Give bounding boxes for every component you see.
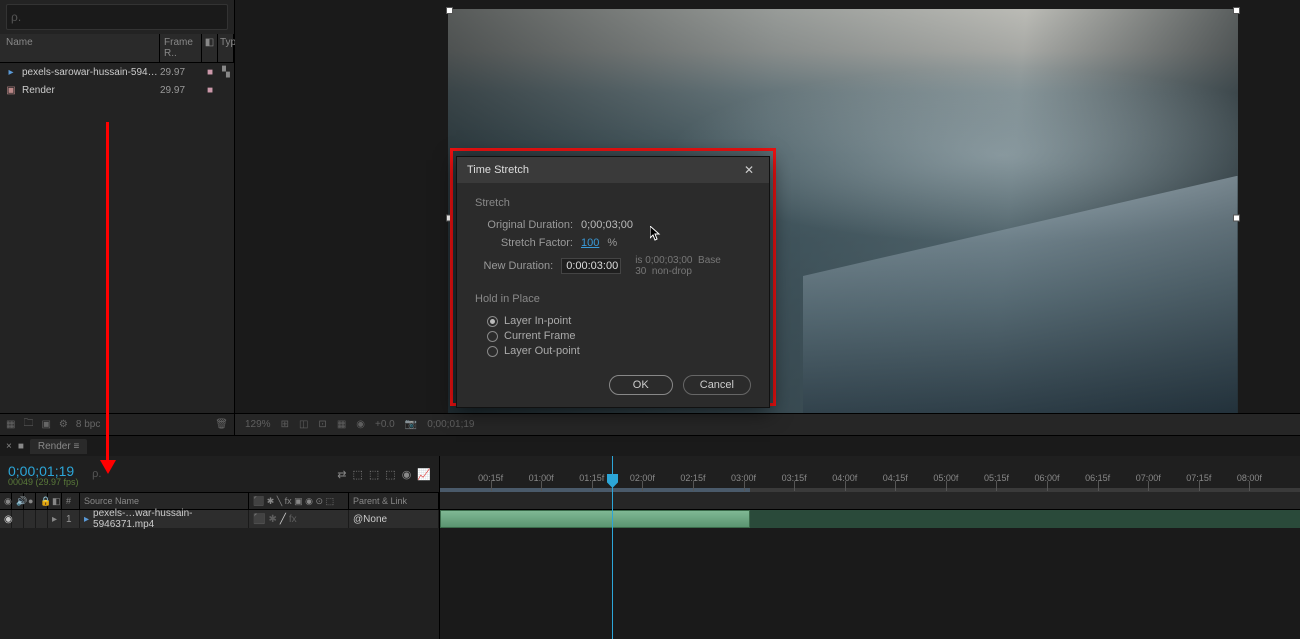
col-lock-icon[interactable]: 🔒 [36,493,48,509]
layer-number: 1 [62,510,80,528]
layer-row[interactable]: ◉ ▸ 1 ▸ pexels-…war-hussain-5946371.mp4 ⬛… [0,510,439,528]
time-ruler[interactable]: 00:15f01:00f01:15f02:00f02:15f03:00f03:1… [440,456,1300,492]
radio-icon [487,316,498,327]
col-number[interactable]: # [62,493,80,509]
timeline-panel: × ■ Render ≡ 0;00;01;19 00049 (29.97 fps… [0,435,1300,639]
new-comp-icon[interactable]: ▣ [41,419,50,430]
col-type[interactable]: Typ [218,34,234,62]
project-item[interactable]: ▣ Render 29.97 ■ [0,81,234,99]
item-framerate: 29.97 [160,85,202,96]
project-panel: ρ. Name Frame R.. ◧ Typ ▸ pexels-sarowar… [0,0,235,435]
stretch-group-label: Stretch [475,197,751,209]
duration-hint: is 0;00;03;00 Base 30 non-drop [635,255,751,277]
time-stretch-dialog: Time Stretch ✕ Stretch Original Duration… [456,156,770,408]
current-frame-sub: 00049 (29.97 fps) [0,477,82,487]
layer-switches[interactable]: ⬛✱╱fx [249,510,349,528]
close-icon[interactable]: ✕ [739,160,759,180]
col-visibility-icon[interactable]: ◉ [0,493,12,509]
original-duration-label: Original Duration: [475,219,573,231]
item-type-icon: ▚ [218,67,234,78]
resize-handle[interactable] [1233,7,1240,14]
col-label-icon[interactable]: ◧ [202,34,218,62]
radio-icon [487,331,498,342]
toolbar-icon[interactable]: ◫ [299,419,308,430]
parent-dropdown[interactable]: None [363,514,387,525]
draft3d-icon[interactable]: ⬚ [352,468,362,481]
toolbar-icon[interactable]: ◉ [356,419,365,430]
toolbar-icon[interactable]: ⊞ [281,419,289,430]
layer-clip[interactable] [440,510,750,528]
col-label-icon[interactable]: ◧ [48,493,62,509]
new-duration-input[interactable]: 0:00:03:00 [561,258,621,274]
new-duration-label: New Duration: [475,260,553,272]
radio-label: Layer Out-point [504,345,580,357]
stretch-factor-input[interactable]: 100 [581,237,599,249]
resize-handle[interactable] [446,7,453,14]
timeline-tab[interactable]: Render ≡ [30,439,87,454]
pickwhip-icon[interactable]: @ [353,514,363,525]
toolbar-timecode[interactable]: 0;00;01;19 [427,419,474,430]
project-item[interactable]: ▸ pexels-sarowar-hussain-5946371.mp4 29.… [0,63,234,81]
track-area[interactable] [440,492,1300,639]
item-name: Render [22,85,160,96]
close-panel-icon[interactable]: × [6,441,12,452]
graph-editor-icon[interactable]: 📈 [417,468,431,481]
col-solo-icon[interactable]: ● [24,493,36,509]
project-column-header: Name Frame R.. ◧ Typ [0,34,234,63]
composition-toolbar: 129% ⊞ ◫ ⊡ ▦ ◉ +0.0 📷 0;00;01;19 [235,413,1300,435]
col-audio-icon[interactable]: 🔊 [12,493,24,509]
zoom-level[interactable]: 129% [245,419,271,430]
comp-icon: ▣ [4,83,18,97]
frame-blend-icon[interactable]: ⬚ [385,468,395,481]
panel-color-icon: ■ [18,441,24,452]
item-name: pexels-sarowar-hussain-5946371.mp4 [22,67,160,78]
shy-icon[interactable]: ⬚ [369,468,379,481]
project-footer: ▦ 🗀 ▣ ⚙ 8 bpc 🗑 [0,413,234,435]
project-settings-icon[interactable]: ⚙ [59,419,68,430]
radio-label: Layer In-point [504,315,571,327]
hold-group-label: Hold in Place [475,293,751,305]
dialog-title: Time Stretch [467,164,529,176]
visibility-toggle[interactable]: ◉ [0,510,12,528]
twirl-icon[interactable]: ▸ [52,514,57,525]
resize-handle[interactable] [1233,214,1240,221]
toolbar-icon[interactable]: ▦ [337,419,346,430]
hold-option-radio[interactable]: Layer Out-point [487,345,751,357]
radio-label: Current Frame [504,330,576,342]
snapshot-icon[interactable]: 📷 [405,419,417,430]
col-switches[interactable]: ⬛ ✱ ╲ fx ▣ ◉ ⊙ ⬚ [249,493,349,509]
cursor-icon [650,226,662,242]
project-search-input[interactable]: ρ. [6,4,228,30]
trash-icon[interactable]: 🗑 [215,419,228,430]
col-name[interactable]: Name [0,34,160,62]
interpret-footage-icon[interactable]: ▦ [6,419,15,430]
toolbar-icon[interactable]: ⊡ [318,419,326,430]
original-duration-value: 0;00;03;00 [581,219,633,231]
playhead[interactable] [612,456,613,639]
footage-icon: ▸ [4,65,18,79]
layer-clip-tail[interactable] [750,510,1300,528]
item-framerate: 29.97 [160,67,202,78]
stretch-factor-label: Stretch Factor: [475,237,573,249]
col-parent[interactable]: Parent & Link [349,493,439,509]
col-source-name[interactable]: Source Name [80,493,249,509]
exposure-value[interactable]: +0.0 [375,419,395,430]
comp-flowchart-icon[interactable]: ⇄ [337,468,346,481]
ok-button[interactable]: OK [609,375,673,395]
hold-option-radio[interactable]: Layer In-point [487,315,751,327]
bpc-toggle[interactable]: 8 bpc [76,419,100,430]
new-folder-icon[interactable]: 🗀 [23,416,33,433]
col-framerate[interactable]: Frame R.. [160,34,202,62]
hold-option-radio[interactable]: Current Frame [487,330,751,342]
label-color[interactable]: ■ [202,85,218,96]
label-color[interactable]: ■ [202,67,218,78]
motion-blur-icon[interactable]: ◉ [402,468,412,481]
radio-icon [487,346,498,357]
layer-name: pexels-…war-hussain-5946371.mp4 [93,508,244,530]
footage-icon: ▸ [84,514,89,525]
cancel-button[interactable]: Cancel [683,375,751,395]
